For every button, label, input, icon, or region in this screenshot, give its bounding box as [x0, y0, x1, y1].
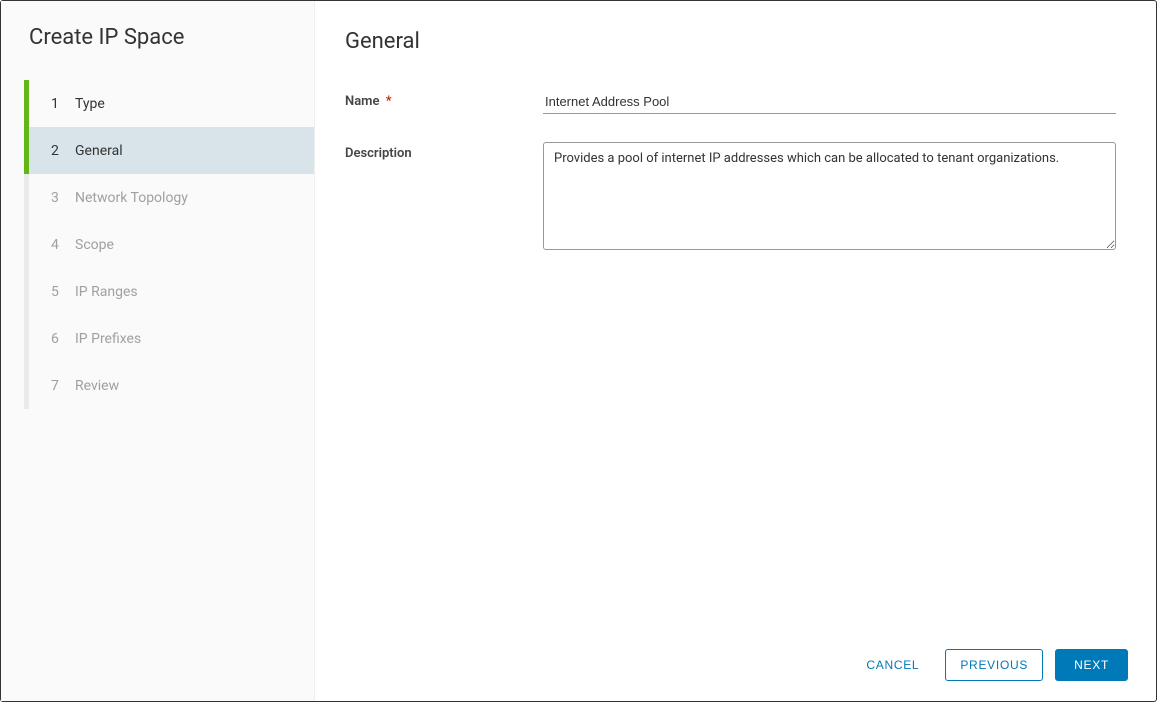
name-label: Name * [345, 90, 543, 109]
step-label: IP Ranges [75, 284, 138, 300]
step-type[interactable]: 1 Type [24, 80, 314, 127]
step-number: 5 [51, 284, 69, 300]
description-row: Description [345, 142, 1116, 254]
wizard-footer: CANCEL PREVIOUS NEXT [852, 649, 1128, 681]
step-label: IP Prefixes [75, 331, 141, 347]
step-ip-ranges: 5 IP Ranges [24, 268, 314, 315]
wizard-main: General Name * Description CANCEL PREVIO… [315, 1, 1156, 701]
step-number: 1 [51, 96, 69, 112]
description-field-wrapper [543, 142, 1116, 254]
required-indicator: * [386, 94, 392, 109]
step-label: Type [75, 96, 105, 112]
step-number: 4 [51, 237, 69, 253]
name-input[interactable] [543, 90, 1116, 114]
step-label: Network Topology [75, 190, 188, 206]
description-input[interactable] [543, 142, 1116, 250]
previous-button[interactable]: PREVIOUS [945, 649, 1043, 681]
step-scope: 4 Scope [24, 221, 314, 268]
step-review: 7 Review [24, 362, 314, 409]
description-label: Description [345, 142, 543, 161]
create-ip-space-dialog: Create IP Space 1 Type 2 General 3 Netwo… [0, 0, 1157, 702]
step-label: Scope [75, 237, 114, 253]
step-number: 7 [51, 378, 69, 394]
step-number: 2 [51, 143, 69, 159]
step-number: 6 [51, 331, 69, 347]
page-title: General [345, 29, 1116, 54]
cancel-button[interactable]: CANCEL [852, 650, 933, 680]
wizard-title: Create IP Space [1, 25, 314, 50]
step-ip-prefixes: 6 IP Prefixes [24, 315, 314, 362]
step-general[interactable]: 2 General [24, 127, 314, 174]
name-field-wrapper [543, 90, 1116, 114]
name-label-text: Name [345, 94, 379, 109]
step-label: General [75, 143, 123, 159]
next-button[interactable]: NEXT [1055, 649, 1128, 681]
step-number: 3 [51, 190, 69, 206]
wizard-sidebar: Create IP Space 1 Type 2 General 3 Netwo… [1, 1, 315, 701]
name-row: Name * [345, 90, 1116, 114]
step-network-topology: 3 Network Topology [24, 174, 314, 221]
wizard-steps: 1 Type 2 General 3 Network Topology 4 Sc… [1, 80, 314, 409]
step-label: Review [75, 378, 119, 394]
